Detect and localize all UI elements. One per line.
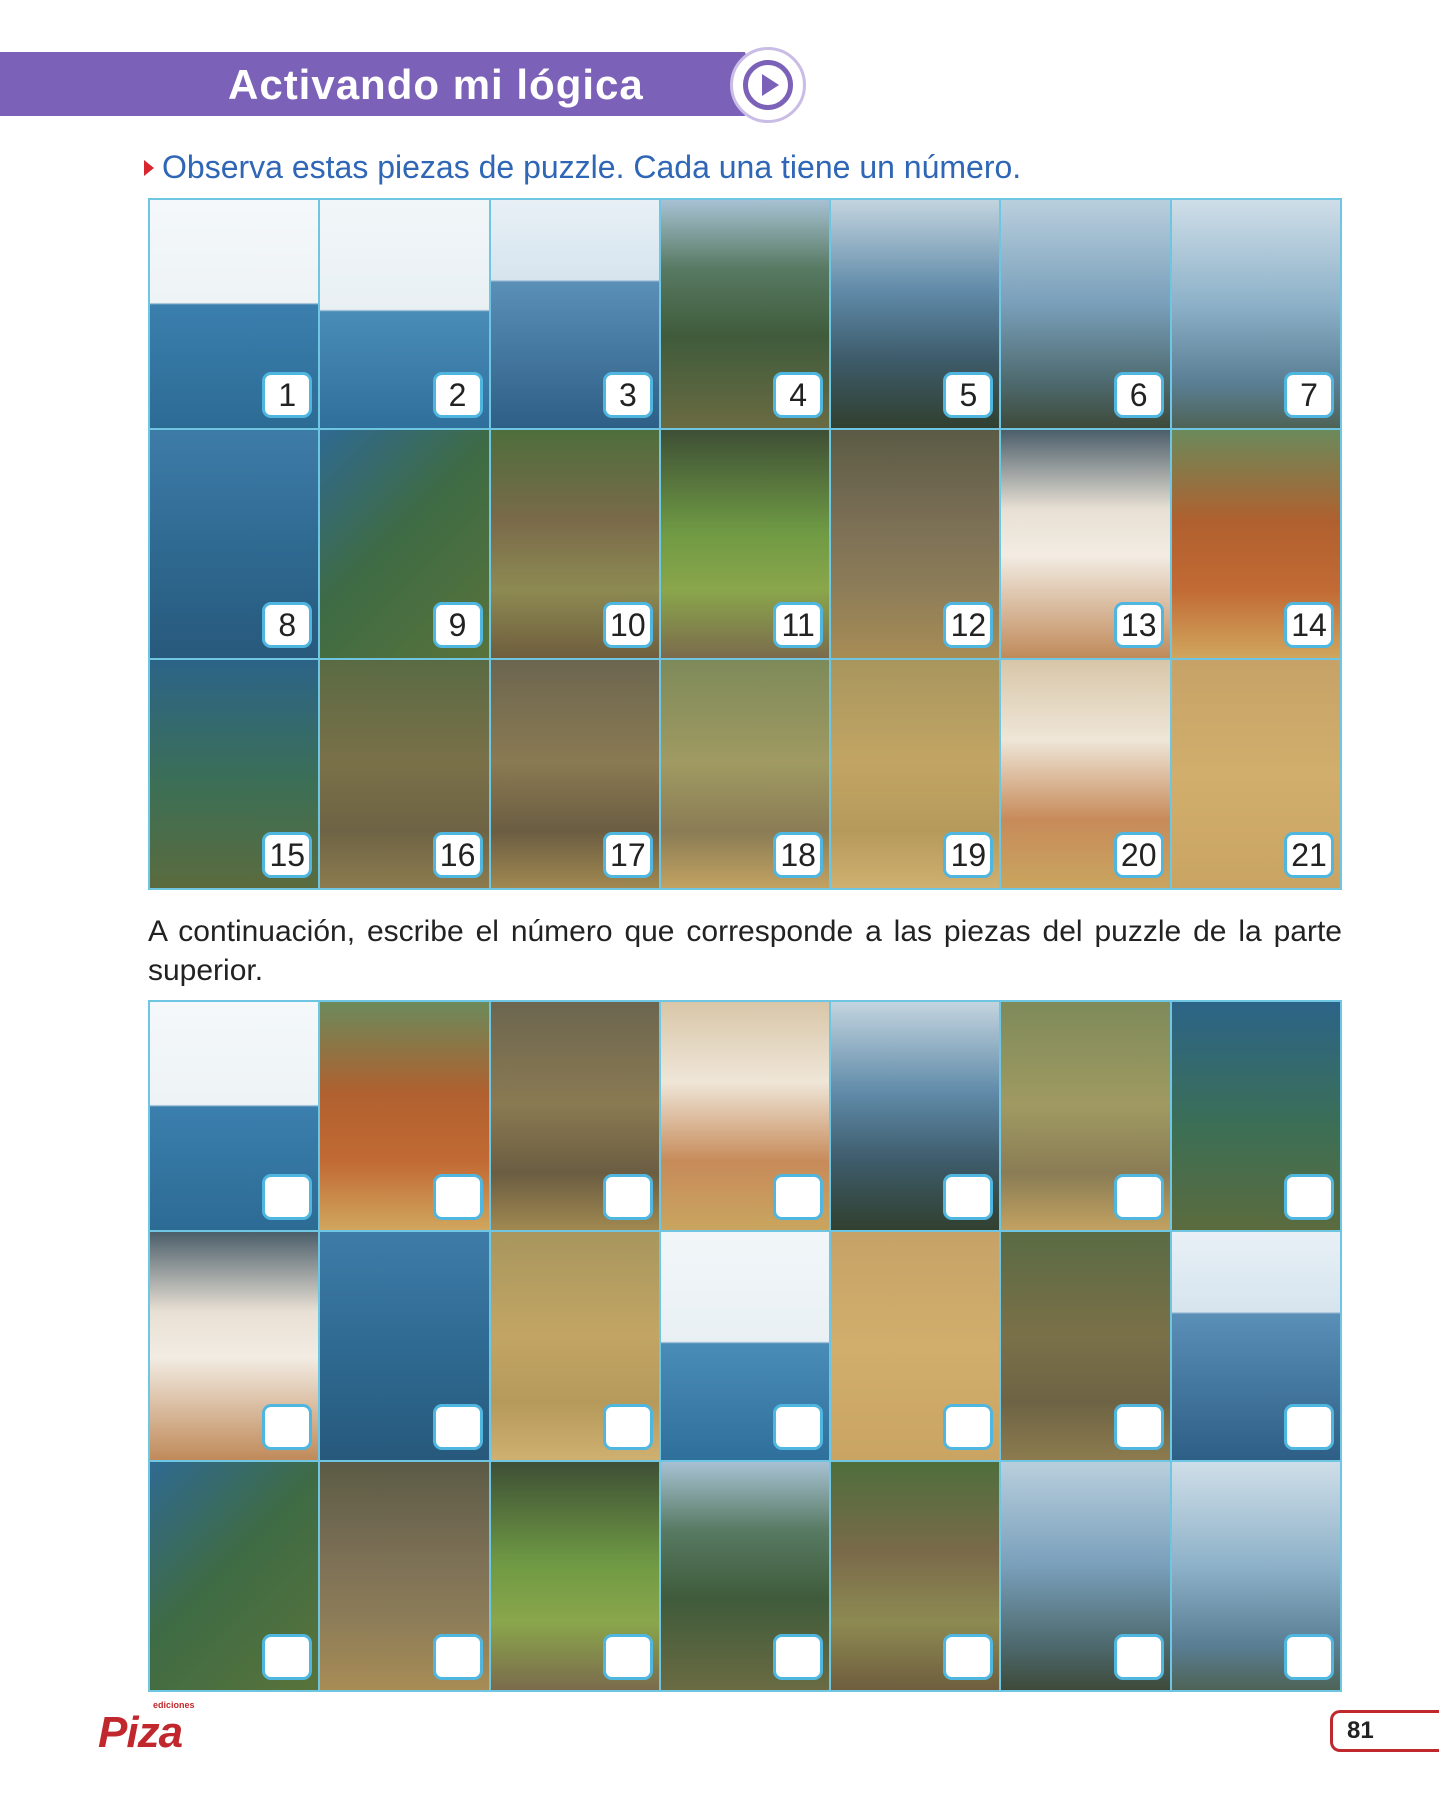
puzzle-piece-13: 13 (1001, 430, 1170, 658)
answer-input-box[interactable] (602, 1404, 653, 1450)
puzzle-piece-3: 3 (490, 200, 659, 428)
puzzle-piece-5: 5 (831, 200, 1000, 428)
shuffled-piece (1001, 1232, 1170, 1460)
shuffled-piece (831, 1462, 1000, 1690)
puzzle-grid: 1 2 3 4 5 6 7 8 9 10 11 12 13 14 15 16 17 18 19 20 21 (148, 198, 1342, 890)
answer-input-box[interactable] (432, 1404, 483, 1450)
piece-number-label: 21 (1284, 832, 1334, 878)
shuffled-piece (1001, 1002, 1170, 1230)
answer-input-box[interactable] (1113, 1404, 1164, 1450)
puzzle-piece-19: 19 (831, 660, 1000, 888)
piece-number-label: 20 (1113, 832, 1164, 878)
shuffled-piece (490, 1002, 659, 1230)
instruction-text: Observa estas piezas de puzzle. Cada una… (162, 149, 1022, 185)
shuffled-piece (1171, 1462, 1340, 1690)
answer-input-box[interactable] (1284, 1174, 1334, 1220)
bullet-arrow-icon (144, 159, 154, 176)
answer-input-box[interactable] (773, 1174, 824, 1220)
piece-number-label: 4 (773, 372, 824, 418)
piece-number-label: 5 (943, 372, 994, 418)
piece-number-label: 10 (602, 602, 653, 648)
puzzle-piece-15: 15 (150, 660, 319, 888)
piece-number-label: 19 (943, 832, 994, 878)
puzzle-piece-6: 6 (1001, 200, 1170, 428)
answer-input-box[interactable] (943, 1634, 994, 1680)
puzzle-piece-17: 17 (490, 660, 659, 888)
answer-input-box[interactable] (1284, 1634, 1334, 1680)
puzzle-piece-9: 9 (320, 430, 489, 658)
answer-input-box[interactable] (943, 1404, 994, 1450)
piece-number-label: 17 (602, 832, 653, 878)
shuffled-piece (150, 1462, 319, 1690)
publisher-logo: ediciones Piza (98, 1700, 208, 1760)
shuffled-piece (490, 1462, 659, 1690)
answer-input-box[interactable] (432, 1634, 483, 1680)
puzzle-piece-1: 1 (150, 200, 319, 428)
page-number: 81 (1330, 1710, 1439, 1752)
piece-number-label: 3 (602, 372, 653, 418)
puzzle-piece-10: 10 (490, 430, 659, 658)
piece-number-label: 1 (262, 372, 313, 418)
instruction-line: Observa estas piezas de puzzle. Cada una… (144, 147, 1021, 187)
answer-grid (148, 1000, 1342, 1692)
page-title: Activando mi lógica (228, 61, 644, 108)
puzzle-piece-14: 14 (1171, 430, 1340, 658)
puzzle-piece-16: 16 (320, 660, 489, 888)
shuffled-piece (1171, 1232, 1340, 1460)
answer-input-box[interactable] (432, 1174, 483, 1220)
piece-number-label: 8 (262, 602, 313, 648)
instruction-paragraph: A continuación, escribe el número que co… (148, 915, 1342, 987)
piece-number-label: 18 (773, 832, 824, 878)
puzzle-piece-8: 8 (150, 430, 319, 658)
answer-input-box[interactable] (1284, 1404, 1334, 1450)
shuffled-piece (150, 1002, 319, 1230)
puzzle-piece-21: 21 (1171, 660, 1340, 888)
shuffled-piece (660, 1232, 830, 1460)
shuffled-piece (1171, 1002, 1340, 1230)
puzzle-piece-18: 18 (660, 660, 830, 888)
puzzle-piece-7: 7 (1171, 200, 1340, 428)
puzzle-piece-2: 2 (320, 200, 489, 428)
piece-number-label: 2 (432, 372, 483, 418)
logo-brand: Piza (98, 1708, 183, 1757)
answer-input-box[interactable] (1113, 1174, 1164, 1220)
shuffled-piece (490, 1232, 659, 1460)
answer-input-box[interactable] (262, 1174, 313, 1220)
puzzle-piece-20: 20 (1001, 660, 1170, 888)
shuffled-piece (831, 1232, 1000, 1460)
puzzle-piece-4: 4 (660, 200, 830, 428)
answer-input-box[interactable] (943, 1174, 994, 1220)
shuffled-piece (831, 1002, 1000, 1230)
answer-input-box[interactable] (773, 1404, 824, 1450)
answer-input-box[interactable] (262, 1404, 313, 1450)
shuffled-piece (150, 1232, 319, 1460)
piece-number-label: 6 (1113, 372, 1164, 418)
shuffled-piece (320, 1462, 489, 1690)
shuffled-piece (660, 1002, 830, 1230)
shuffled-piece (320, 1002, 489, 1230)
answer-input-box[interactable] (262, 1634, 313, 1680)
piece-number-label: 7 (1284, 372, 1334, 418)
shuffled-piece (320, 1232, 489, 1460)
puzzle-piece-12: 12 (831, 430, 1000, 658)
shuffled-piece (1001, 1462, 1170, 1690)
piece-number-label: 11 (773, 602, 824, 648)
piece-number-label: 12 (943, 602, 994, 648)
play-icon (730, 47, 806, 123)
piece-number-label: 15 (262, 832, 313, 878)
answer-input-box[interactable] (602, 1174, 653, 1220)
piece-number-label: 14 (1284, 602, 1334, 648)
piece-number-label: 9 (432, 602, 483, 648)
puzzle-piece-11: 11 (660, 430, 830, 658)
answer-input-box[interactable] (602, 1634, 653, 1680)
piece-number-label: 16 (432, 832, 483, 878)
answer-input-box[interactable] (773, 1634, 824, 1680)
shuffled-piece (660, 1462, 830, 1690)
piece-number-label: 13 (1113, 602, 1164, 648)
answer-input-box[interactable] (1113, 1634, 1164, 1680)
